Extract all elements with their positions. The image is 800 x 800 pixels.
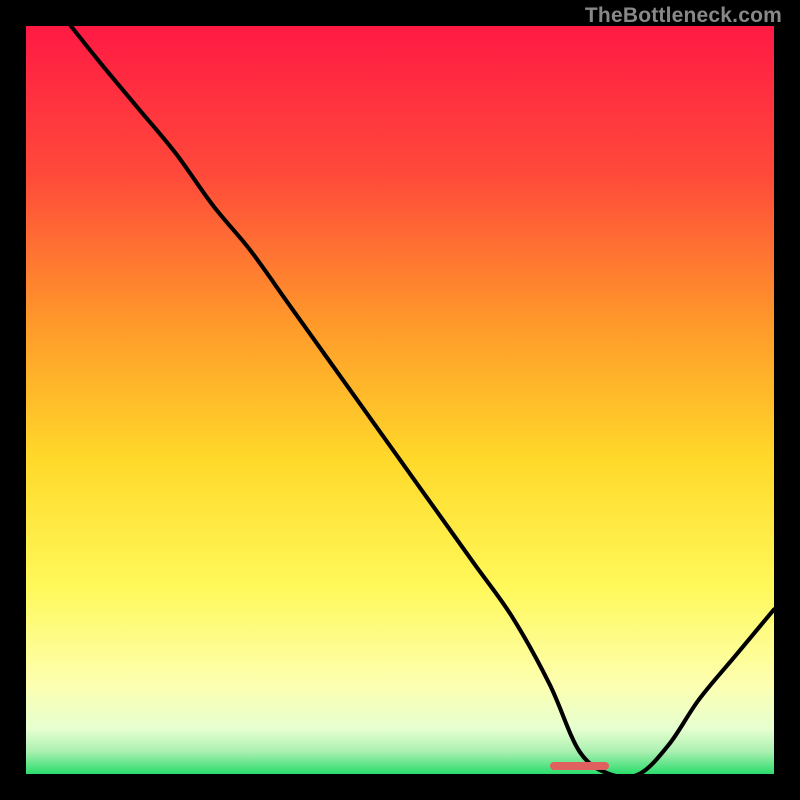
chart-frame: TheBottleneck.com: [0, 0, 800, 800]
optimal-range-marker: [550, 762, 610, 770]
watermark-text: TheBottleneck.com: [585, 4, 782, 28]
bottleneck-curve: [26, 26, 774, 774]
plot-area: [26, 26, 774, 774]
